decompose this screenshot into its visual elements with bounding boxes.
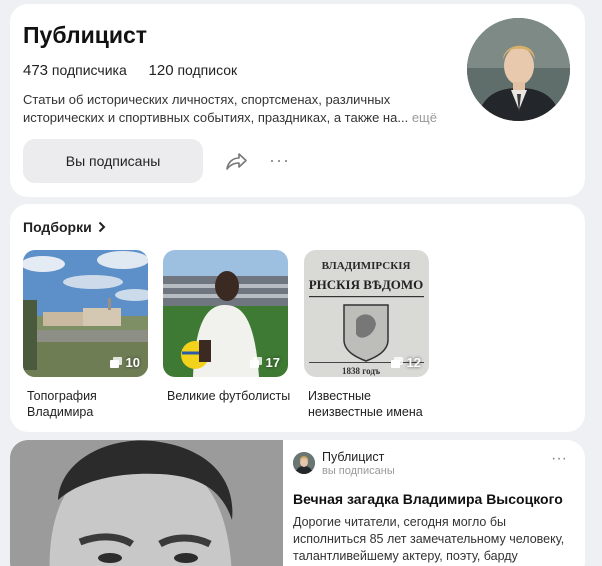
collection-tile-topography[interactable]: 10 <box>23 250 148 377</box>
collection-label-names[interactable]: Известные неизвестные имена <box>308 388 433 420</box>
channel-title: Публицист <box>23 22 148 48</box>
subscriptions-label[interactable]: подписок <box>177 62 237 78</box>
article-author-avatar[interactable] <box>293 452 315 474</box>
subscribed-button[interactable]: Вы подписаны <box>23 139 203 183</box>
article-author-name[interactable]: Публицист <box>322 450 384 464</box>
subscriptions-count[interactable]: 120 <box>149 62 174 79</box>
tile3-text-line1: ВЛАДИМІРСКІЯ <box>322 260 411 272</box>
collection-count: 17 <box>249 355 280 370</box>
subscribers-label[interactable]: подписчика <box>52 62 127 78</box>
collection-label-footballers[interactable]: Великие футболисты <box>167 388 297 404</box>
collections-header[interactable]: Подборки <box>23 219 106 235</box>
collection-label-topography[interactable]: Топография Владимира <box>27 388 157 420</box>
collection-tile-footballers[interactable]: 17 <box>163 250 288 377</box>
collection-stack-icon <box>249 357 262 368</box>
article-more-icon[interactable]: ··· <box>551 451 567 467</box>
article-card[interactable]: Публицист вы подписаны ··· Вечная загадк… <box>10 440 585 566</box>
description-text: Статьи об исторических личностях, спортс… <box>23 92 409 125</box>
collection-tile-names[interactable]: ВЛАДИМІРСКІЯ РНСКІЯ ВѢДОМО 1838 годъ 12 <box>304 250 429 377</box>
tile3-year: 1838 годъ <box>342 366 381 376</box>
profile-card: Публицист 473 подписчика 120 подписок Ст… <box>10 4 585 197</box>
more-dots-icon[interactable]: ··· <box>269 151 289 170</box>
article-author-status: вы подписаны <box>322 465 395 477</box>
collections-title: Подборки <box>23 219 92 235</box>
share-icon[interactable] <box>224 150 248 172</box>
article-image[interactable] <box>10 440 283 566</box>
collection-count: 12 <box>390 355 421 370</box>
collection-stack-icon <box>109 357 122 368</box>
article-snippet: Дорогие читатели, сегодня могло бы испол… <box>293 515 565 563</box>
channel-stats: 473 подписчика 120 подписок <box>23 62 237 79</box>
chevron-right-icon <box>98 221 106 233</box>
tile3-text-line2: РНСКІЯ ВѢДОМО <box>309 277 424 292</box>
collection-stack-icon <box>390 357 403 368</box>
collection-count: 10 <box>109 355 140 370</box>
subscribers-count[interactable]: 473 <box>23 62 48 79</box>
collections-card: Подборки 10 17 ВЛАДИМІРСКІЯ РНСКІЯ ВѢДОМ… <box>10 204 585 432</box>
description-more-link[interactable]: ещё <box>412 110 437 125</box>
article-title[interactable]: Вечная загадка Владимира Высоцкого <box>293 491 563 507</box>
channel-description: Статьи об исторических личностях, спортс… <box>23 91 463 127</box>
channel-avatar[interactable] <box>467 18 570 121</box>
